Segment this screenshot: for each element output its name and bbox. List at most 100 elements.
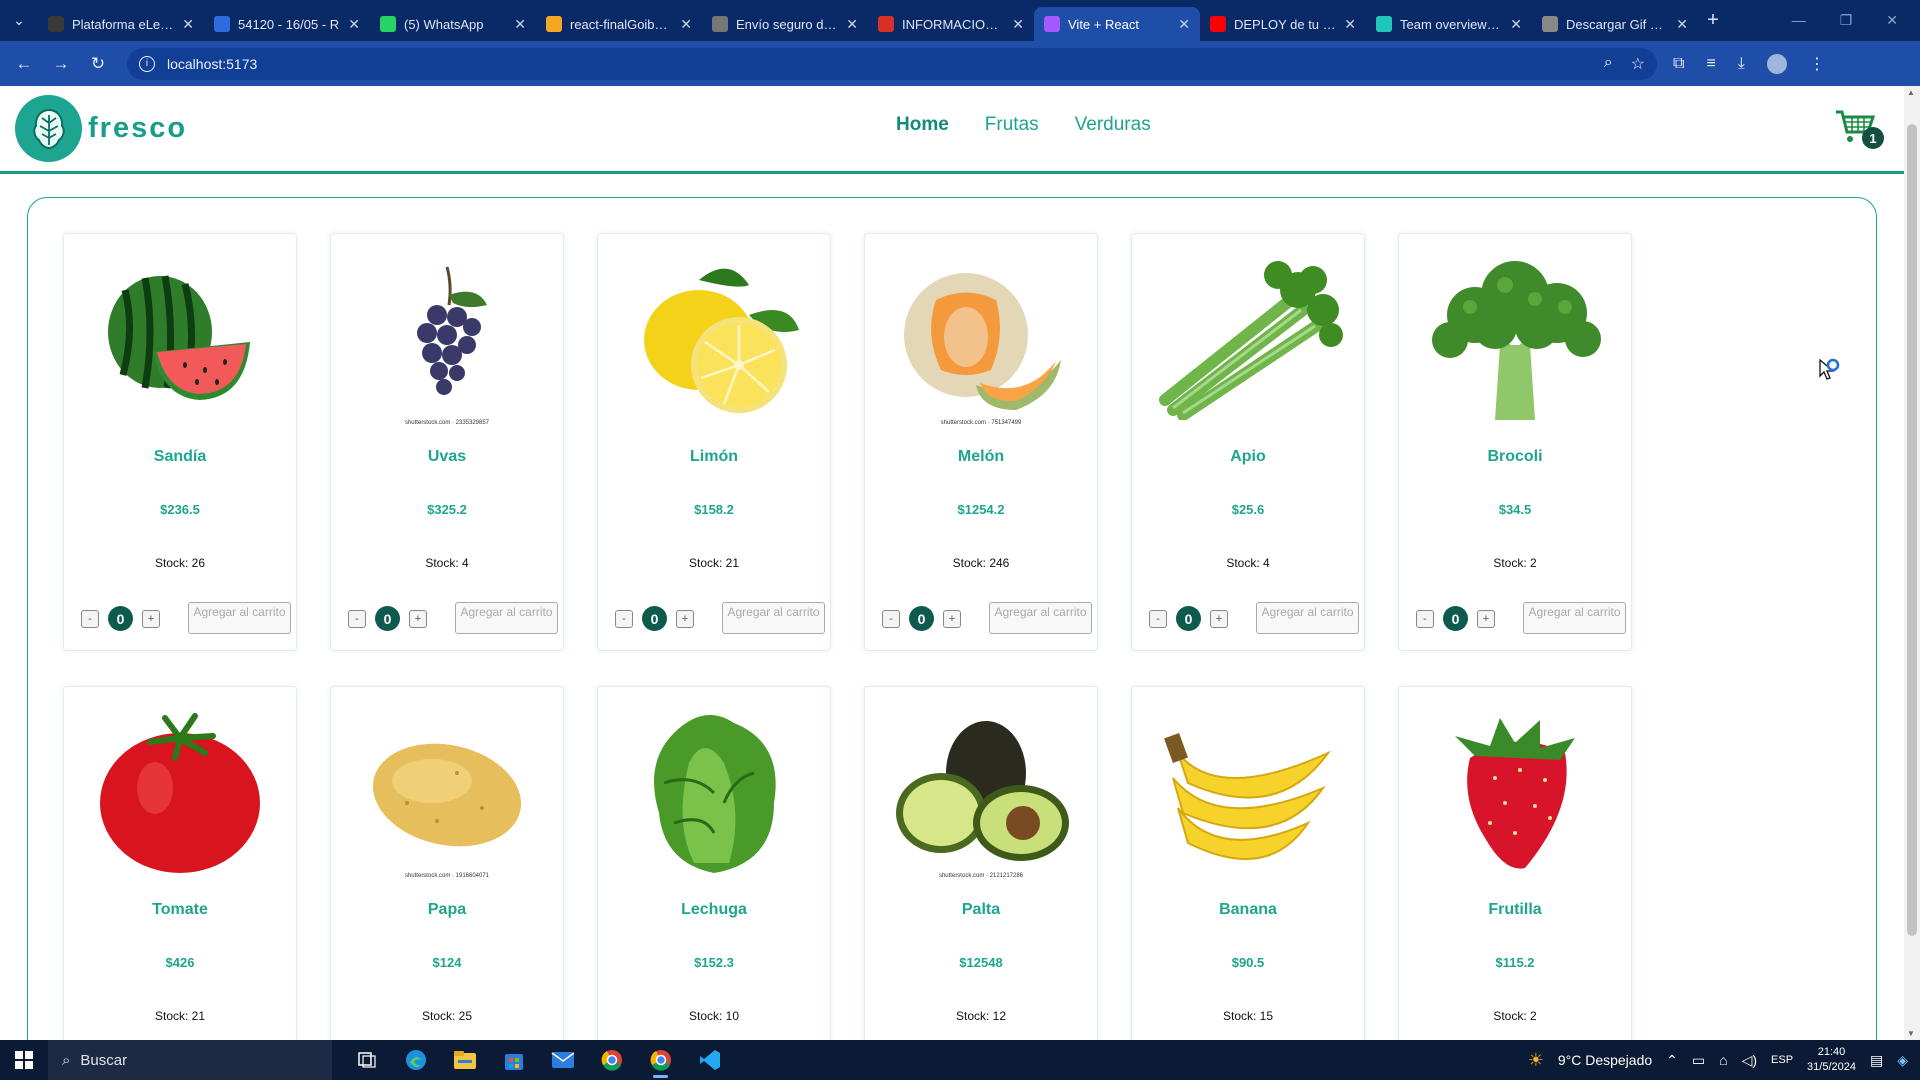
tray-device-icon[interactable]: ▭ [1692, 1052, 1705, 1069]
browser-menu-icon[interactable]: ⋮ [1809, 54, 1825, 74]
add-to-cart-button[interactable]: Agregar al carrito [722, 602, 825, 634]
add-to-cart-button[interactable]: Agregar al carrito [188, 602, 291, 634]
product-card: Tomate $426 Stock: 21 - 0 + Agregar al c… [63, 686, 297, 1040]
increase-qty-button[interactable]: + [1210, 609, 1228, 628]
scroll-down-icon[interactable]: ▼ [1907, 1029, 1915, 1038]
notifications-icon[interactable]: ▤ [1870, 1052, 1883, 1069]
increase-qty-button[interactable]: + [676, 609, 694, 628]
close-tab-icon[interactable]: ✕ [1344, 16, 1356, 33]
tab-title: Descargar Gif Rec [1566, 16, 1669, 32]
close-window-icon[interactable]: ✕ [1886, 12, 1898, 29]
tray-chevron-icon[interactable]: ⌃ [1666, 1052, 1678, 1069]
edge-icon[interactable] [391, 1040, 440, 1080]
decrease-qty-button[interactable]: - [81, 609, 99, 628]
task-view-icon[interactable] [342, 1040, 391, 1080]
copilot-icon[interactable]: ◈ [1897, 1052, 1908, 1069]
product-stock: Stock: 246 [952, 556, 1010, 570]
profile-avatar[interactable] [1766, 53, 1787, 74]
product-stock: Stock: 4 [1226, 556, 1270, 570]
forward-icon[interactable]: → [47, 50, 75, 78]
download-icon[interactable]: ⤓ [1738, 55, 1745, 73]
reload-icon[interactable]: ↻ [84, 50, 112, 78]
decrease-qty-button[interactable]: - [882, 609, 900, 628]
vscode-icon[interactable] [685, 1040, 734, 1080]
add-to-cart-button[interactable]: Agregar al carrito [989, 602, 1092, 634]
tab-search-icon[interactable]: ⌄ [0, 0, 38, 41]
bookmark-star-icon[interactable]: ☆ [1631, 54, 1645, 74]
volume-icon[interactable]: ◁) [1742, 1052, 1757, 1069]
nav-link-verduras[interactable]: Verduras [1075, 114, 1151, 136]
clock[interactable]: 21:40 31/5/2024 [1807, 1045, 1856, 1075]
close-tab-icon[interactable]: ✕ [1510, 16, 1522, 33]
browser-tab[interactable]: INFORMACION M ✕ [868, 7, 1034, 41]
ms-store-icon[interactable] [489, 1040, 538, 1080]
media-control-icon[interactable]: ≡ [1706, 55, 1715, 73]
zoom-icon[interactable]: ⌕ [1604, 54, 1613, 74]
file-explorer-icon[interactable] [440, 1040, 489, 1080]
browser-tab[interactable]: Vite + React ✕ [1034, 7, 1200, 41]
add-to-cart-button[interactable]: Agregar al carrito [1256, 602, 1359, 634]
browser-tab[interactable]: Plataforma eLearn ✕ [38, 7, 204, 41]
browser-tab[interactable]: 54120 - 16/05 - R ✕ [204, 7, 370, 41]
scroll-up-icon[interactable]: ▲ [1907, 88, 1915, 97]
close-tab-icon[interactable]: ✕ [182, 16, 194, 33]
browser-tab[interactable]: DEPLOY de tu app ✕ [1200, 7, 1366, 41]
increase-qty-button[interactable]: + [409, 609, 427, 628]
new-tab-button[interactable]: + [1698, 9, 1728, 32]
browser-tab[interactable]: Descargar Gif Rec ✕ [1532, 7, 1698, 41]
decrease-qty-button[interactable]: - [1149, 609, 1167, 628]
quantity-value: 0 [1176, 606, 1201, 631]
close-tab-icon[interactable]: ✕ [1012, 16, 1024, 33]
nav-link-frutas[interactable]: Frutas [985, 114, 1039, 136]
nav-link-home[interactable]: Home [896, 114, 949, 136]
close-tab-icon[interactable]: ✕ [680, 16, 692, 33]
close-tab-icon[interactable]: ✕ [1676, 16, 1688, 33]
browser-tab[interactable]: react-finalGoiburu ✕ [536, 7, 702, 41]
product-card: Limón $158.2 Stock: 21 - 0 + Agregar al … [597, 233, 831, 651]
product-stock: Stock: 2 [1493, 1009, 1537, 1023]
chrome-icon[interactable] [587, 1040, 636, 1080]
close-tab-icon[interactable]: ✕ [514, 16, 526, 33]
add-to-cart-button[interactable]: Agregar al carrito [455, 602, 558, 634]
browser-tab[interactable]: Envío seguro de c ✕ [702, 7, 868, 41]
increase-qty-button[interactable]: + [943, 609, 961, 628]
decrease-qty-button[interactable]: - [615, 609, 633, 628]
decrease-qty-button[interactable]: - [1416, 609, 1434, 628]
minimize-icon[interactable]: — [1792, 12, 1806, 29]
restore-icon[interactable]: ❐ [1840, 12, 1853, 29]
cart-button[interactable]: 1 [1834, 108, 1884, 149]
browser-tab[interactable]: Team overview | s ✕ [1366, 7, 1532, 41]
app-viewport: fresco Home Frutas Verduras 1 Sandía $236.… [0, 86, 1904, 1040]
windows-start-icon[interactable] [0, 1040, 48, 1080]
scrollbar-thumb[interactable] [1907, 124, 1917, 936]
increase-qty-button[interactable]: + [142, 609, 160, 628]
taskbar-search[interactable]: ⌕ Buscar [48, 1040, 332, 1080]
close-tab-icon[interactable]: ✕ [348, 16, 360, 33]
product-stock: Stock: 4 [425, 556, 469, 570]
chrome-active-icon[interactable] [636, 1040, 685, 1080]
page-scrollbar[interactable]: ▲ ▼ [1904, 86, 1920, 1040]
back-icon[interactable]: ← [10, 50, 38, 78]
product-card: Lechuga $152.3 Stock: 10 - 0 + Agregar a… [597, 686, 831, 1040]
celery-image [1142, 240, 1354, 440]
language-indicator[interactable]: ESP [1771, 1054, 1793, 1066]
close-tab-icon[interactable]: ✕ [1178, 16, 1190, 33]
weather-text[interactable]: 9°C Despejado [1558, 1052, 1652, 1068]
weather-icon[interactable]: ☀ [1528, 1050, 1544, 1071]
address-bar[interactable]: i localhost:5173 ⌕ ☆ [127, 47, 1657, 80]
site-info-icon[interactable]: i [139, 55, 155, 72]
network-icon[interactable]: ⌂ [1719, 1052, 1727, 1068]
increase-qty-button[interactable]: + [1477, 609, 1495, 628]
product-price: $236.5 [160, 502, 200, 517]
product-price: $325.2 [427, 502, 467, 517]
mail-icon[interactable] [538, 1040, 587, 1080]
close-tab-icon[interactable]: ✕ [846, 16, 858, 33]
decrease-qty-button[interactable]: - [348, 609, 366, 628]
site-logo[interactable]: fresco [15, 95, 187, 162]
image-credit: shutterstock.com · 2335329857 [404, 420, 490, 426]
zoom-icon [214, 16, 230, 32]
extensions-icon[interactable]: ⧉ [1673, 55, 1684, 73]
browser-tab[interactable]: (5) WhatsApp ✕ [370, 7, 536, 41]
add-to-cart-button[interactable]: Agregar al carrito [1523, 602, 1626, 634]
product-stock: Stock: 25 [421, 1009, 473, 1023]
